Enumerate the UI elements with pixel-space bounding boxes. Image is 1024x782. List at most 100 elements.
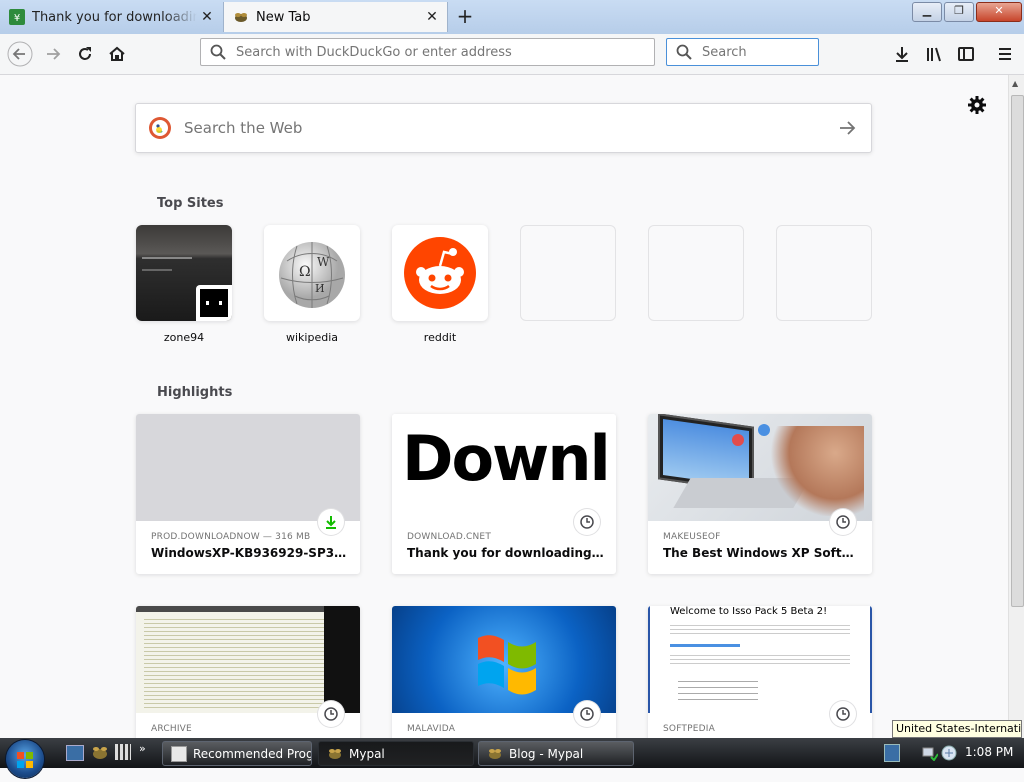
document-icon	[171, 745, 187, 762]
restore-icon[interactable]: ❐	[944, 2, 974, 22]
search-bar[interactable]	[666, 38, 819, 66]
window-controls: ▁ ❐ ✕	[912, 2, 1022, 22]
zone94-thumbnail	[136, 225, 232, 321]
card-title: The Best Windows XP Software ...	[663, 546, 861, 560]
address-input[interactable]	[234, 43, 654, 61]
mypal-quicklaunch-icon[interactable]	[91, 744, 109, 760]
close-tab-icon[interactable]: ✕	[197, 9, 217, 25]
duckduckgo-logo-icon	[149, 117, 171, 139]
svg-text:И: И	[315, 282, 325, 295]
clock-icon	[830, 509, 856, 535]
highlight-card[interactable]: PROD.DOWNLOADNOW — 316 MB WindowsXP-KB93…	[136, 414, 360, 574]
highlight-card[interactable]: ARCHIVE	[136, 606, 360, 738]
top-site-empty-slot[interactable]	[648, 225, 744, 321]
windows-flag-icon	[17, 752, 33, 768]
card-title: WindowsXP-KB936929-SP3-x86...	[151, 546, 349, 560]
card-image: Welcome to Isso Pack 5 Beta 2!	[648, 606, 872, 713]
mypal-favicon-icon	[233, 9, 249, 25]
taskbar-button-label: Blog - Mypal	[509, 746, 584, 761]
navigation-toolbar	[0, 34, 1024, 75]
top-site-label: zone94	[163, 331, 205, 344]
address-bar[interactable]	[200, 38, 655, 66]
chevron-right-icon[interactable]: »	[139, 742, 146, 755]
top-site-wikipedia[interactable]: Ω W И wikipedia	[264, 225, 360, 344]
svg-text:W: W	[317, 255, 330, 269]
home-icon[interactable]	[103, 40, 131, 68]
volume-icon[interactable]	[941, 745, 957, 761]
library-icon[interactable]	[920, 40, 948, 68]
zone94-logo-icon	[196, 285, 232, 321]
highlight-card[interactable]: MALAVIDA	[392, 606, 616, 738]
card-image	[136, 414, 360, 521]
card-image: Downl	[392, 414, 616, 521]
highlights-heading: Highlights	[157, 385, 233, 400]
window-close-icon[interactable]: ✕	[976, 2, 1022, 22]
tab-thank-you[interactable]: ¥ Thank you for downloading Mi ✕	[0, 2, 222, 32]
new-tab-plus-icon[interactable]: +	[454, 6, 476, 28]
card-source: MALAVIDA	[407, 724, 456, 734]
highlight-card[interactable]: Downl DOWNLOAD.CNET Thank you for downlo…	[392, 414, 616, 574]
search-go-arrow-icon[interactable]	[837, 118, 857, 138]
minimize-icon[interactable]: ▁	[912, 2, 942, 22]
tab-new-tab[interactable]: New Tab ✕	[223, 2, 448, 32]
mypal-icon	[487, 746, 503, 762]
forward-arrow-icon[interactable]	[39, 40, 67, 68]
downloads-icon[interactable]	[888, 40, 916, 68]
sidebar-icon[interactable]	[952, 40, 980, 68]
taskbar-clock[interactable]: 1:08 PM	[965, 745, 1013, 759]
taskbar-button-mypal[interactable]: Mypal	[318, 741, 474, 766]
top-site-label: reddit	[423, 331, 457, 344]
wikipedia-globe-icon: Ω W И	[279, 242, 345, 308]
start-button[interactable]	[6, 740, 44, 778]
reload-icon[interactable]	[71, 40, 99, 68]
top-site-empty-slot[interactable]	[776, 225, 872, 321]
card-source: DOWNLOAD.CNET	[407, 532, 492, 542]
download-icon	[318, 509, 344, 535]
card-source: ARCHIVE	[151, 724, 192, 734]
menu-hamburger-icon[interactable]	[991, 40, 1019, 68]
reddit-tile	[392, 225, 488, 321]
tab-label: Thank you for downloading Mi	[32, 9, 197, 25]
card-source: MAKEUSEOF	[663, 532, 721, 542]
language-bar-icon[interactable]	[884, 744, 900, 762]
clock-icon	[830, 701, 856, 727]
search-icon	[210, 44, 226, 60]
media-quicklaunch-icon[interactable]	[115, 744, 131, 760]
empty-tile	[776, 225, 872, 321]
scrollbar-thumb[interactable]	[1011, 95, 1024, 607]
windows7-logo-icon	[478, 635, 536, 695]
empty-tile	[648, 225, 744, 321]
card-title: Thank you for downloading Micr...	[407, 546, 605, 560]
top-site-reddit[interactable]: reddit	[392, 225, 488, 344]
card-image	[648, 414, 872, 521]
taskbar-button-label: Mypal	[349, 746, 385, 761]
tab-strip: ¥ Thank you for downloading Mi ✕ New Tab…	[0, 0, 1024, 34]
web-search-box[interactable]	[135, 103, 872, 153]
network-icon[interactable]	[922, 745, 939, 762]
tab-label: New Tab	[256, 9, 311, 25]
gear-icon[interactable]	[967, 95, 987, 115]
web-search-input[interactable]	[182, 118, 837, 138]
mypal-icon	[327, 746, 343, 762]
search-icon	[676, 44, 692, 60]
card-image	[136, 606, 360, 713]
svg-text:¥: ¥	[14, 13, 20, 24]
taskbar-button-blog-mypal[interactable]: Blog - Mypal	[478, 741, 634, 766]
highlight-card[interactable]: MAKEUSEOF The Best Windows XP Software .…	[648, 414, 872, 574]
clock-icon	[318, 701, 344, 727]
search-input[interactable]	[700, 43, 818, 61]
new-tab-page: Top Sites zone94 Ω W И	[0, 75, 1008, 738]
scroll-up-arrow-icon[interactable]: ▲	[1012, 79, 1018, 88]
top-site-empty-slot[interactable]	[520, 225, 616, 321]
top-sites-heading: Top Sites	[157, 196, 224, 211]
taskbar-button-recommended[interactable]: Recommended Prog...	[162, 741, 312, 766]
show-desktop-icon[interactable]	[66, 745, 84, 761]
empty-tile	[520, 225, 616, 321]
top-site-zone94[interactable]: zone94	[136, 225, 232, 344]
back-arrow-icon[interactable]	[6, 40, 34, 68]
top-site-label: wikipedia	[285, 331, 338, 344]
page-scrollbar[interactable]: ▲	[1008, 75, 1024, 738]
close-tab-icon[interactable]: ✕	[422, 9, 442, 25]
card-image-text: Welcome to Isso Pack 5 Beta 2!	[670, 606, 828, 617]
highlight-card[interactable]: Welcome to Isso Pack 5 Beta 2! SOFTPEDIA	[648, 606, 872, 738]
